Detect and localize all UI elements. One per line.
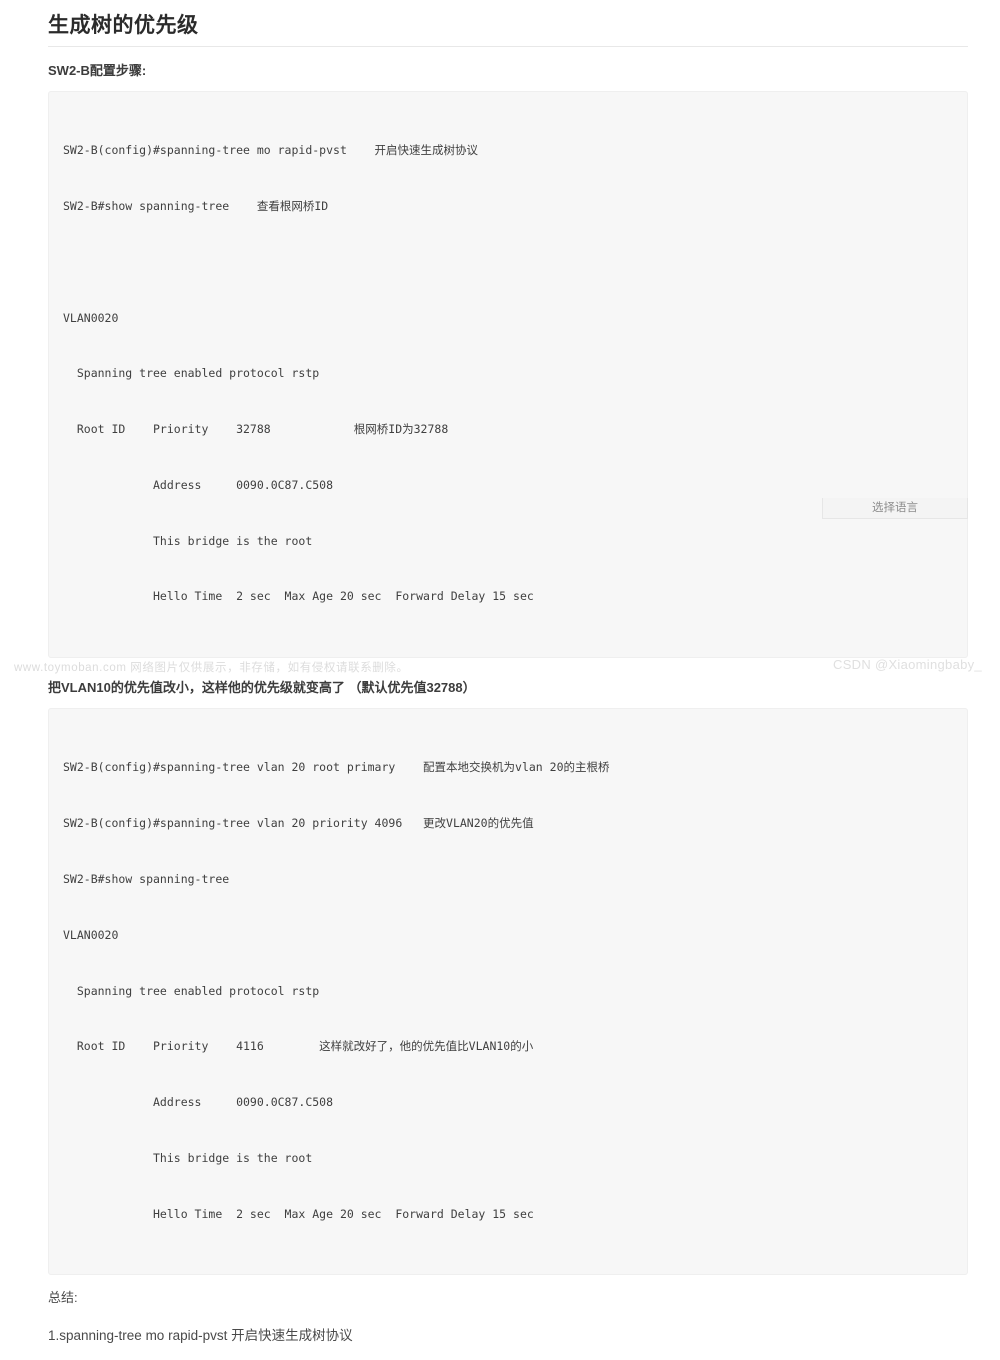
code-line: VLAN0020	[63, 310, 119, 325]
page-root: 生成树的优先级 SW2-B配置步骤: SW2-B(config)#spannin…	[0, 0, 1000, 1343]
page-title: 生成树的优先级	[48, 14, 199, 37]
code-line: This bridge is the root	[63, 533, 313, 548]
title-divider	[48, 46, 968, 47]
section-heading-config-steps: SW2-B配置步骤:	[48, 63, 147, 78]
code-block-initial-spanning-tree: SW2-B(config)#spanning-tree mo rapid-pvs…	[48, 91, 968, 659]
code-line: SW2-B#show spanning-tree	[63, 871, 230, 886]
summary-label: 总结:	[48, 1290, 78, 1306]
code-line: Hello Time 2 sec Max Age 20 sec Forward …	[63, 1206, 534, 1221]
code-line: Root ID Priority 32788 根网桥ID为32788	[63, 422, 449, 437]
summary-section: 总结: 1.spanning-tree mo rapid-pvst 开启快速生成…	[48, 1287, 968, 1360]
section-heading-lower-priority: 把VLAN10的优先值改小，这样他的优先级就变高了 （默认优先值32788）	[48, 680, 476, 696]
language-selector[interactable]: 选择语言	[822, 498, 968, 519]
code-line: SW2-B(config)#spanning-tree vlan 20 root…	[63, 760, 610, 775]
footer-disclaimer: www.toymoban.com 网络图片仅供展示，非存储，如有侵权请联系删除。	[14, 662, 409, 674]
code-line: Address 0090.0C87.C508	[63, 477, 334, 492]
summary-item-1: 1.spanning-tree mo rapid-pvst 开启快速生成树协议	[48, 1328, 353, 1344]
code-line: Spanning tree enabled protocol rstp	[63, 366, 320, 381]
code-line: Hello Time 2 sec Max Age 20 sec Forward …	[63, 589, 534, 604]
code-line: SW2-B#show spanning-tree 查看根网桥ID	[63, 198, 329, 213]
code-line: SW2-B(config)#spanning-tree mo rapid-pvs…	[63, 143, 479, 158]
code-line: Address 0090.0C87.C508	[63, 1095, 334, 1110]
article-content: 生成树的优先级 SW2-B配置步骤: SW2-B(config)#spannin…	[48, 12, 968, 1360]
code-block-set-priority: SW2-B(config)#spanning-tree vlan 20 root…	[48, 708, 968, 1276]
code-line: Spanning tree enabled protocol rstp	[63, 983, 320, 998]
code-line: SW2-B(config)#spanning-tree vlan 20 prio…	[63, 816, 534, 831]
code-line: Root ID Priority 4116 这样就改好了，他的优先值比VLAN1…	[63, 1039, 534, 1054]
footer-watermark: CSDN @Xiaomingbaby_	[833, 657, 982, 672]
code-line: This bridge is the root	[63, 1150, 313, 1165]
code-line: VLAN0020	[63, 927, 119, 942]
